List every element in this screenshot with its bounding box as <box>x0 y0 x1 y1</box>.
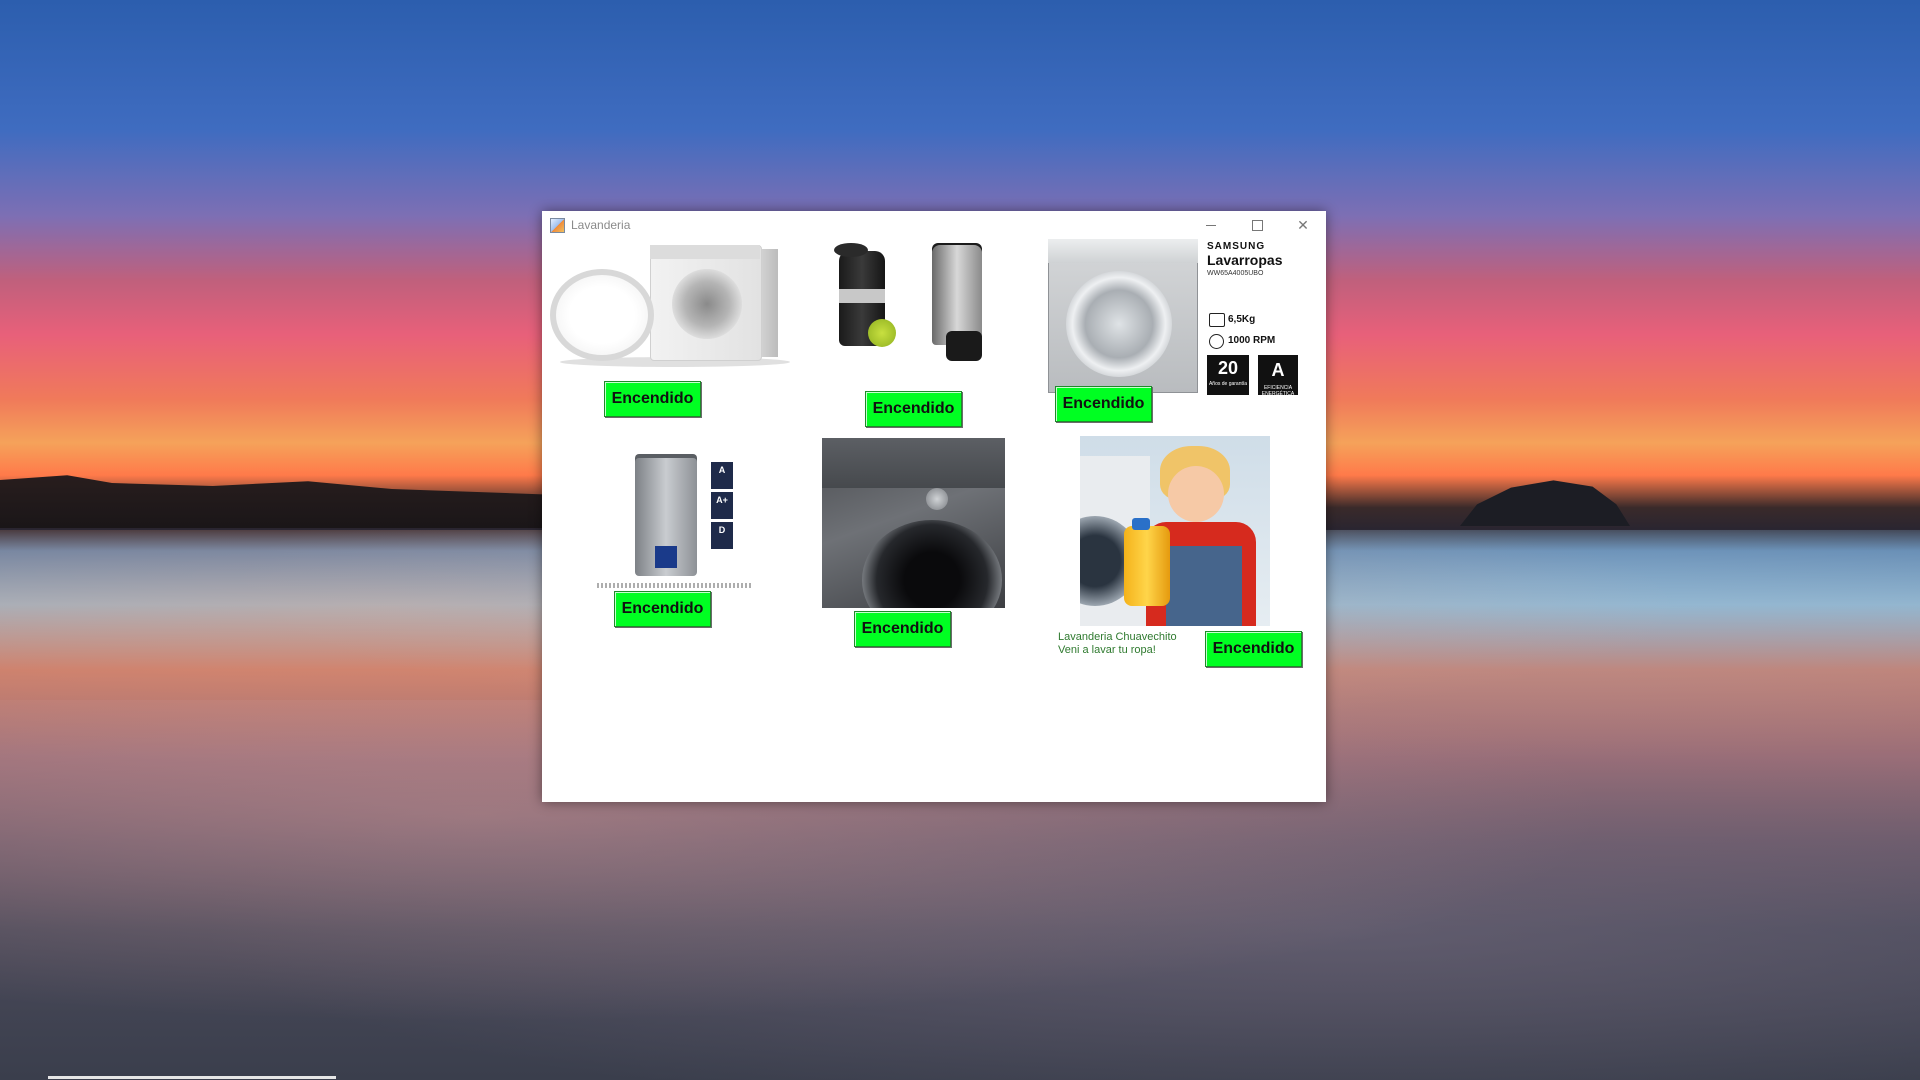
lg-panel <box>822 438 1005 488</box>
washer-panel <box>650 245 760 259</box>
title-bar[interactable]: Lavanderia ✕ <box>542 211 1326 239</box>
minimize-icon <box>1206 224 1216 226</box>
energy-tag-2: A+ <box>711 492 733 519</box>
lg-washer-image <box>822 438 1005 608</box>
energy-class: A <box>1271 360 1285 380</box>
power-button-washer-1[interactable]: Encendido <box>604 381 701 417</box>
wallpaper-coastline <box>0 475 560 528</box>
samsung-washer-card: SAMSUNG Lavarropas WW65A4005UBO 6,5Kg 10… <box>1048 239 1308 399</box>
power-button-lg[interactable]: Encendido <box>854 611 951 647</box>
window-title: Lavanderia <box>571 218 631 232</box>
samsung-model: WW65A4005UBO <box>1207 270 1264 277</box>
front-load-washer-image <box>550 239 792 371</box>
promo-caption-line-1: Lavanderia Chuavechito <box>1058 631 1177 643</box>
samsung-drum <box>1066 271 1172 377</box>
warranty-badge: 20 Años de garantía <box>1207 355 1249 395</box>
energy-tag-3: D <box>711 522 733 549</box>
samsung-brand: SAMSUNG <box>1207 241 1266 252</box>
maximize-button[interactable] <box>1234 211 1280 239</box>
lg-knob <box>926 488 948 510</box>
samsung-product-name: Lavarropas <box>1207 252 1283 268</box>
top-load-washer-image: A A+ D <box>595 448 755 593</box>
dryer-black-cup <box>946 331 982 361</box>
java-app-icon <box>550 218 565 233</box>
warranty-years: 20 <box>1217 358 1239 378</box>
samsung-capacity: 6,5Kg <box>1228 314 1256 325</box>
samsung-rpm: 1000 RPM <box>1228 335 1276 346</box>
close-button[interactable]: ✕ <box>1280 211 1326 239</box>
fine-print <box>597 583 753 588</box>
power-button-promo[interactable]: Encendido <box>1205 631 1302 667</box>
capacity-icon <box>1209 313 1225 327</box>
power-button-top-load[interactable]: Encendido <box>614 591 711 627</box>
promo-caption: Lavanderia Chuavechito Veni a lavar tu r… <box>1058 631 1177 657</box>
minimize-button[interactable] <box>1188 211 1234 239</box>
dryer-steel <box>932 245 982 345</box>
warranty-text: Años de garantía <box>1208 381 1248 387</box>
promo-caption-line-2: Veni a lavar tu ropa! <box>1058 644 1156 656</box>
energy-badge: A EFICIENCIA ENERGÉTICA <box>1258 355 1298 397</box>
power-button-samsung[interactable]: Encendido <box>1055 386 1152 422</box>
lavanderia-window: Lavanderia ✕ Encendido Encendido SAMSUNG… <box>542 211 1326 802</box>
dryer-black-lid <box>834 243 868 257</box>
detergent-cap <box>1132 518 1150 530</box>
washer-door <box>550 269 654 361</box>
rpm-icon <box>1209 334 1224 349</box>
dryer-black-band <box>839 289 885 303</box>
dryer-green-cup <box>868 319 896 347</box>
spin-dryers-image <box>824 241 1009 366</box>
kid-laundry-promo-image <box>1080 436 1270 626</box>
washer-drum <box>672 269 742 339</box>
wallpaper-rock <box>1460 480 1630 526</box>
maximize-icon <box>1251 219 1263 231</box>
detergent-bottle <box>1124 526 1170 606</box>
energy-text: EFICIENCIA ENERGÉTICA <box>1261 385 1295 397</box>
drean-logo <box>655 546 677 568</box>
energy-tag-1: A <box>711 462 733 489</box>
power-button-spin-dryers[interactable]: Encendido <box>865 391 962 427</box>
close-icon: ✕ <box>1297 216 1309 233</box>
promo-kid-face <box>1168 466 1224 522</box>
promo-kid-overall <box>1166 546 1242 626</box>
samsung-panel <box>1048 239 1198 263</box>
washer-side <box>760 249 778 357</box>
taskbar-indicator <box>48 1076 336 1079</box>
